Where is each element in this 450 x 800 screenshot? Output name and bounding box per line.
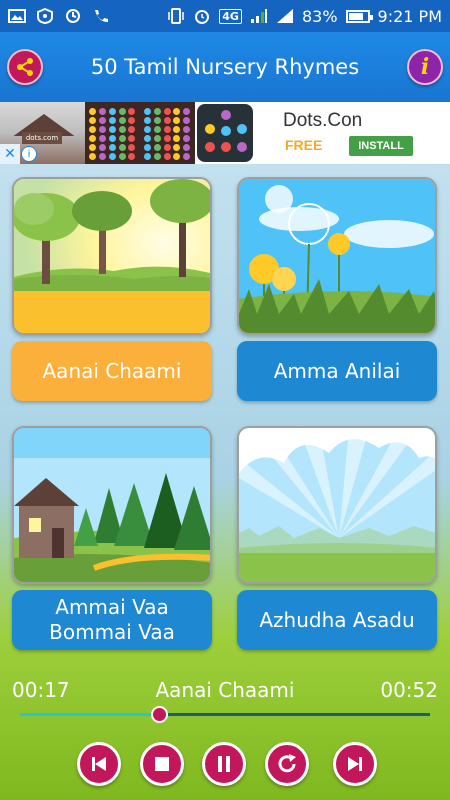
seek-progress — [20, 713, 160, 716]
rhyme-thumbnail-cabin[interactable] — [12, 426, 212, 584]
ad-game-screenshot — [140, 102, 195, 164]
clock: 9:21 PM — [377, 6, 442, 26]
rhyme-button[interactable]: Ammai Vaa Bommai Vaa — [12, 590, 212, 650]
next-icon — [348, 757, 362, 771]
info-icon: i — [420, 54, 430, 80]
rhyme-thumbnail-dandelions[interactable] — [237, 177, 437, 335]
stop-icon — [155, 757, 169, 771]
ad-banner[interactable]: dots.com ✕ i Dots.Con FREE INSTALL — [0, 102, 450, 164]
ad-title[interactable]: Dots.Con — [283, 110, 362, 132]
call-icon — [95, 10, 108, 22]
rhyme-button[interactable]: Azhudha Asadu — [237, 590, 437, 650]
repeat-icon — [278, 754, 296, 773]
shield-icon — [37, 8, 53, 24]
seek-thumb[interactable] — [151, 706, 169, 723]
status-bar: 4G 83% 9:21 PM — [0, 0, 450, 32]
share-button[interactable] — [7, 49, 43, 85]
alarm-icon — [195, 10, 210, 24]
pause-button[interactable] — [202, 742, 246, 786]
next-button[interactable] — [333, 742, 377, 786]
rhyme-thumbnail-trees[interactable] — [12, 177, 212, 335]
ad-price: FREE — [285, 137, 323, 153]
app-title: 50 Tamil Nursery Rhymes — [90, 55, 360, 79]
ad-choices-icon[interactable]: i — [21, 146, 37, 162]
ad-game-screenshot — [85, 102, 141, 164]
network-type: 4G — [219, 8, 242, 24]
battery-percent: 83% — [301, 6, 338, 26]
repeat-button[interactable] — [265, 742, 309, 786]
stop-button[interactable] — [140, 742, 184, 786]
ad-install-button[interactable]: INSTALL — [349, 136, 413, 156]
duration-time: 00:52 — [380, 678, 438, 702]
pause-icon — [218, 756, 230, 772]
battery-icon — [345, 9, 373, 23]
rhyme-button[interactable]: Amma Anilai — [237, 341, 437, 401]
seek-bar[interactable] — [20, 706, 430, 723]
signal-icon-2 — [276, 9, 293, 23]
share-icon — [17, 58, 33, 76]
previous-icon — [92, 757, 106, 771]
previous-button[interactable] — [77, 742, 121, 786]
signal-icon — [250, 9, 267, 23]
ad-app-icon — [196, 104, 253, 162]
info-button[interactable]: i — [407, 49, 443, 85]
ad-close-icon[interactable]: ✕ — [0, 144, 20, 164]
vibrate-icon — [168, 8, 185, 24]
ad-house-sign: dots.com — [22, 132, 62, 144]
sync-icon — [66, 9, 80, 23]
app-bar: 50 Tamil Nursery Rhymes i — [0, 32, 450, 102]
rhyme-thumbnail-sunburst[interactable] — [237, 426, 437, 584]
gallery-icon — [8, 9, 26, 23]
rhyme-button[interactable]: Aanai Chaami — [12, 341, 212, 401]
ad-image-strip[interactable]: dots.com — [0, 102, 255, 164]
